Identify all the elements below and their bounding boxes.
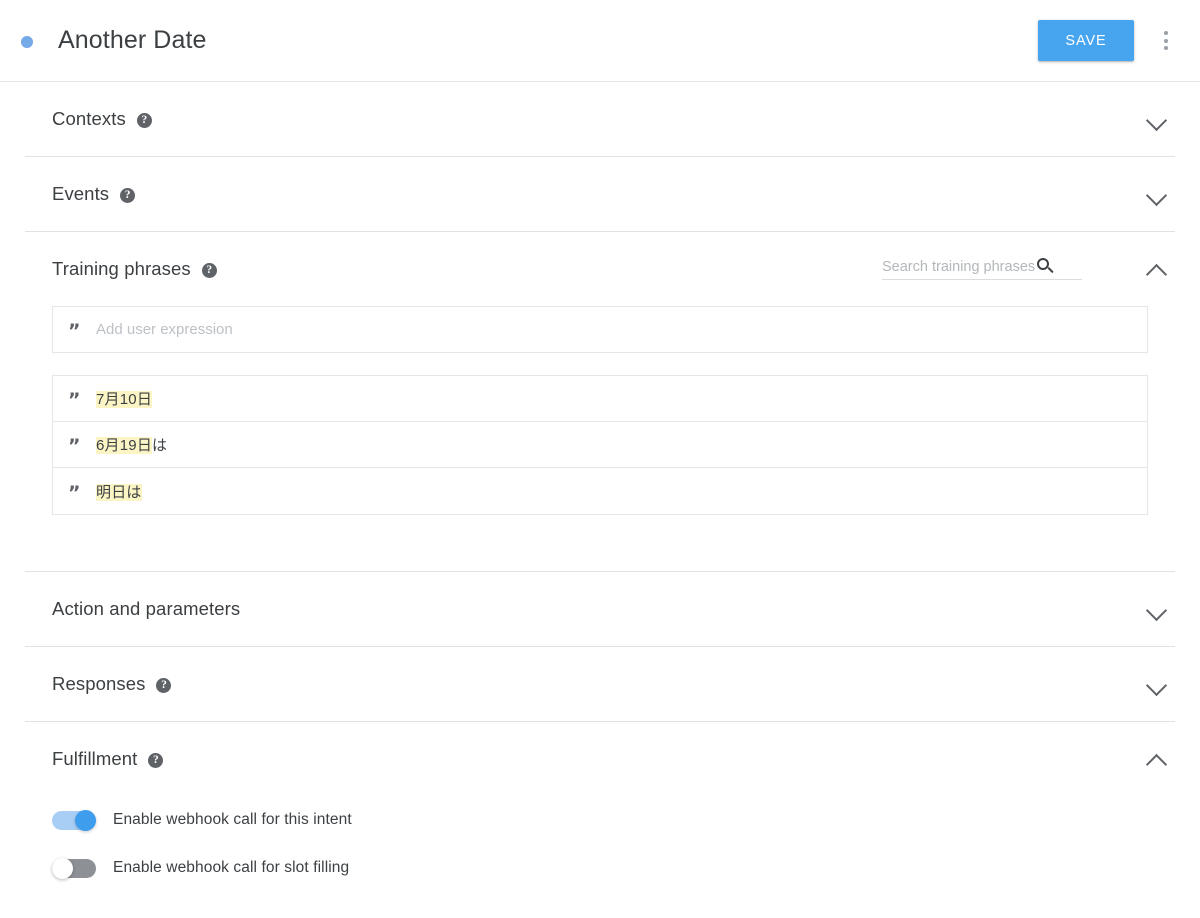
toggle-knob	[75, 809, 96, 831]
chevron-up-icon[interactable]	[1145, 746, 1171, 772]
help-icon[interactable]: ?	[136, 113, 152, 128]
chevron-down-icon[interactable]	[1145, 181, 1171, 207]
toggle-row-webhook-slot-filling: Enable webhook call for slot filling	[52, 844, 1200, 892]
help-icon[interactable]: ?	[148, 753, 164, 768]
section-title-events: Events	[52, 183, 110, 204]
kebab-dot	[1164, 45, 1168, 50]
search-training-phrases-field[interactable]	[882, 257, 1082, 280]
toggle-label: Enable webhook call for this intent	[113, 811, 352, 828]
page-header: Another Date SAVE	[0, 0, 1200, 82]
kebab-dot	[1164, 38, 1168, 43]
list-item[interactable]: ” 7月10日	[53, 376, 1147, 422]
add-user-expression-input[interactable]	[96, 321, 1147, 338]
section-header-action-and-parameters[interactable]: Action and parameters	[0, 572, 1200, 646]
toggle-webhook-for-intent[interactable]	[52, 809, 96, 831]
chevron-down-icon[interactable]	[1145, 106, 1171, 132]
section-header-training-phrases: Training phrases ?	[0, 232, 1200, 306]
toggle-label: Enable webhook call for slot filling	[113, 859, 350, 876]
chevron-up-icon[interactable]	[1145, 256, 1171, 282]
toggle-knob	[52, 857, 73, 879]
section-title-contexts: Contexts	[52, 108, 126, 129]
section-title-training-phrases: Training phrases	[52, 258, 191, 279]
section-title-fulfillment: Fulfillment	[52, 748, 138, 769]
chevron-down-icon[interactable]	[1145, 596, 1171, 622]
training-phrases-list: ” 7月10日 ” 6月19日は ” 明日は	[52, 375, 1148, 515]
kebab-dot	[1164, 31, 1168, 36]
section-action-and-parameters: Action and parameters	[0, 572, 1200, 647]
intent-status-dot	[21, 35, 33, 48]
save-button[interactable]: SAVE	[1038, 20, 1134, 61]
training-phrase-text: 6月19日は	[96, 434, 167, 455]
list-item[interactable]: ” 6月19日は	[53, 422, 1147, 468]
entity-highlight: 明日は	[96, 483, 142, 501]
toggle-row-webhook-intent: Enable webhook call for this intent	[52, 796, 1200, 844]
intent-editor-page: Another Date SAVE Contexts ? Events ? Tr…	[0, 0, 1200, 918]
training-phrases-body: ” ” 7月10日 ” 6月19日は ” 明日は	[0, 306, 1200, 571]
search-icon-handle	[1047, 266, 1054, 273]
section-header-contexts[interactable]: Contexts ?	[0, 82, 1200, 156]
search-input[interactable]	[882, 258, 1050, 275]
quote-icon: ”	[68, 481, 81, 504]
quote-icon: ”	[68, 435, 81, 457]
header-actions: SAVE	[1038, 20, 1200, 61]
help-icon[interactable]: ?	[120, 188, 136, 203]
entity-highlight: 7月10日	[96, 391, 153, 408]
more-vert-icon[interactable]	[1148, 21, 1184, 61]
section-events: Events ?	[0, 157, 1200, 232]
section-header-responses[interactable]: Responses ?	[0, 647, 1200, 721]
list-item[interactable]: ” 明日は	[53, 468, 1147, 514]
section-training-phrases: Training phrases ? ” ” 7月10日	[0, 232, 1200, 572]
chevron-down-icon[interactable]	[1145, 671, 1171, 697]
plain-text: は	[152, 437, 168, 454]
fulfillment-body: Enable webhook call for this intent Enab…	[0, 796, 1200, 892]
section-fulfillment: Fulfillment ? Enable webhook call for th…	[0, 722, 1200, 892]
quote-icon: ”	[68, 389, 81, 411]
training-phrase-text: 明日は	[96, 481, 142, 502]
section-contexts: Contexts ?	[0, 82, 1200, 157]
page-title: Another Date	[58, 26, 207, 54]
add-user-expression-row[interactable]: ”	[52, 306, 1148, 353]
help-icon[interactable]: ?	[156, 678, 172, 693]
section-header-events[interactable]: Events ?	[0, 157, 1200, 231]
quote-icon: ”	[68, 320, 81, 342]
section-title-action-and-parameters: Action and parameters	[52, 598, 241, 619]
section-responses: Responses ?	[0, 647, 1200, 722]
toggle-webhook-for-slot-filling[interactable]	[52, 857, 96, 879]
search-icon[interactable]	[1037, 257, 1054, 275]
training-phrase-text: 7月10日	[96, 388, 153, 409]
help-icon[interactable]: ?	[201, 263, 217, 278]
entity-highlight: 6月19日	[96, 437, 153, 454]
section-title-responses: Responses	[52, 673, 146, 694]
section-header-fulfillment[interactable]: Fulfillment ?	[0, 722, 1200, 796]
